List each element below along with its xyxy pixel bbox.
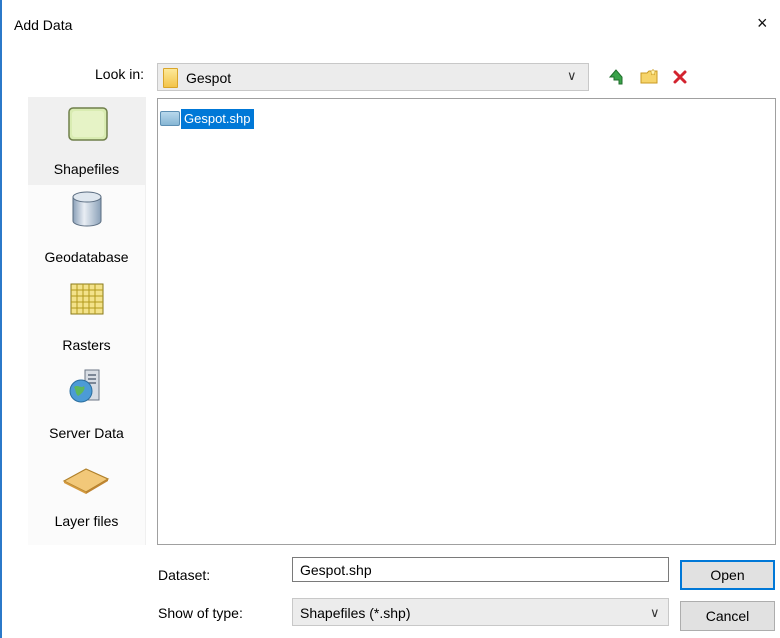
file-name: Gespot.shp xyxy=(181,109,254,129)
file-list[interactable]: Gespot.shp xyxy=(157,98,776,545)
dataset-field[interactable] xyxy=(292,557,669,582)
look-in-value: Gespot xyxy=(186,70,232,86)
up-one-level-icon[interactable] xyxy=(606,67,626,87)
chevron-down-icon[interactable]: ∨ xyxy=(650,605,660,621)
place-shapefiles[interactable]: Shapefiles xyxy=(28,97,145,185)
show-of-type-label: Show of type: xyxy=(158,605,243,621)
place-label-server-data: Server Data xyxy=(49,425,124,441)
place-geodatabase[interactable]: Geodatabase xyxy=(28,185,145,273)
cancel-button[interactable]: Cancel xyxy=(680,601,775,631)
raster-grid-icon xyxy=(70,283,104,318)
folder-icon xyxy=(163,68,178,88)
geodatabase-icon xyxy=(70,191,104,230)
chevron-down-icon[interactable]: ∨ xyxy=(567,68,577,84)
look-in-label: Look in: xyxy=(95,66,145,82)
close-icon[interactable]: × xyxy=(757,14,768,32)
server-globe-icon xyxy=(66,369,106,408)
show-of-type-select[interactable]: Shapefiles (*.shp) ∨ xyxy=(292,598,669,626)
open-button[interactable]: Open xyxy=(680,560,775,590)
places-bar: Shapefiles Geodatabase Rasters Server Da… xyxy=(28,97,146,545)
place-rasters[interactable]: Rasters xyxy=(28,273,145,361)
place-label-geodatabase: Geodatabase xyxy=(44,249,129,265)
delete-icon[interactable] xyxy=(670,67,690,87)
layer-file-icon xyxy=(62,465,110,498)
window-edge xyxy=(0,0,2,638)
place-label-layer-files: Layer files xyxy=(54,513,119,529)
shapefile-small-icon xyxy=(160,111,180,126)
shapefile-icon xyxy=(68,107,108,144)
place-server-data[interactable]: Server Data xyxy=(28,361,145,449)
dialog-title: Add Data xyxy=(14,17,73,33)
dataset-input[interactable] xyxy=(300,559,660,580)
place-layer-files[interactable]: Layer files xyxy=(28,449,145,537)
place-label-shapefiles: Shapefiles xyxy=(53,161,120,177)
look-in-combobox[interactable]: Gespot ∨ xyxy=(157,63,589,91)
dataset-label: Dataset: xyxy=(158,567,211,583)
show-of-type-value: Shapefiles (*.shp) xyxy=(300,605,411,621)
place-label-rasters: Rasters xyxy=(62,337,111,353)
new-folder-icon[interactable] xyxy=(639,67,659,87)
